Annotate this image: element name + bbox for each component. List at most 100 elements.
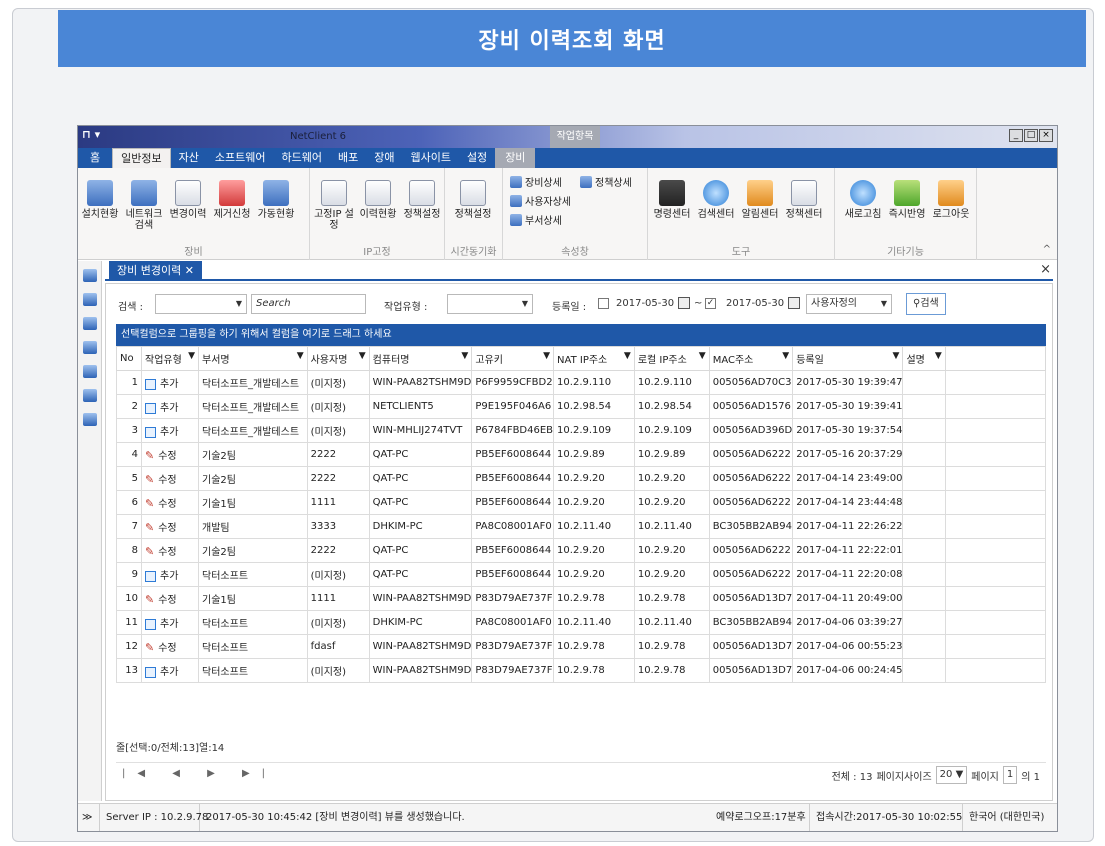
install-status-button[interactable]: 설치현황 [80, 180, 120, 220]
table-row[interactable]: 3 추가 닥터소프트_개발테스트 (미지정) WIN-MHLIJ274TVT P6784F… [115, 418, 1047, 443]
close-tab-icon[interactable]: × [1040, 262, 1051, 277]
close-window-button[interactable]: × [1039, 129, 1053, 142]
maximize-button[interactable]: □ [1024, 129, 1038, 142]
filter-icon[interactable]: ▼ [461, 351, 468, 361]
policy-center-button[interactable]: 정책센터 [784, 180, 824, 220]
column-header[interactable]: 사용자명 ▼ [306, 346, 370, 371]
column-header[interactable]: No [115, 346, 143, 371]
tab-equipment-change-history[interactable]: 장비 변경이력 ✕ [109, 261, 202, 281]
ip-policy-button[interactable]: 정책설정 [402, 180, 442, 220]
column-header[interactable]: 부서명 ▼ [198, 346, 308, 371]
column-header[interactable]: 컴퓨터명 ▼ [368, 346, 473, 371]
globe-icon[interactable] [82, 413, 97, 426]
download-icon[interactable] [82, 389, 97, 402]
change-history-button[interactable]: 변경이력 [168, 180, 208, 220]
user-detail-button[interactable]: 사용자상세 [510, 193, 571, 208]
org-chart-icon[interactable] [82, 293, 97, 306]
tab-settings[interactable]: 설정 [459, 148, 495, 168]
tab-home[interactable]: 홈 [78, 148, 112, 168]
folder-icon[interactable] [82, 317, 97, 330]
date-to-value[interactable]: 2017-05-30 [726, 298, 784, 309]
minimize-button[interactable]: _ [1009, 129, 1023, 142]
layers-icon[interactable] [82, 365, 97, 378]
table-row[interactable]: 2 추가 닥터소프트_개발테스트 (미지정) NETCLIENT5 P9E195F046A… [115, 394, 1047, 419]
table-cell: 추가 [141, 658, 200, 683]
filter-icon[interactable]: ▼ [935, 351, 942, 361]
building-icon[interactable] [82, 269, 97, 282]
filter-icon[interactable]: ▼ [699, 351, 706, 361]
search-input[interactable]: Search [251, 294, 366, 314]
monitor-icon[interactable] [82, 341, 97, 354]
policy-detail-button[interactable]: 정책상세 [580, 174, 632, 189]
date-from-value[interactable]: 2017-05-30 [616, 298, 674, 309]
table-row[interactable]: 1 추가 닥터소프트_개발테스트 (미지정) WIN-PAA82TSHM9D P6F995… [115, 370, 1047, 395]
search-center-button[interactable]: 검색센터 [696, 180, 736, 220]
table-row[interactable]: 10 ✎ 수정 기술1팀 1111 WIN-PAA82TSHM9D P83D79AE737F… [115, 586, 1047, 611]
logout-button[interactable]: 로그아웃 [931, 180, 971, 220]
collapse-ribbon-icon[interactable]: ^ [1043, 244, 1051, 255]
page-navigation[interactable]: |◀ ◀ ▶ ▶| [122, 768, 277, 779]
command-center-button[interactable]: 명령센터 [652, 180, 692, 220]
table-row[interactable]: 4 ✎ 수정 기술2팀 2222 QAT-PC PB5EF6008644 10.2.9.89 1… [115, 442, 1047, 467]
table-row[interactable]: 5 ✎ 수정 기술2팀 2222 QAT-PC PB5EF6008644 10.2.9.20 1… [115, 466, 1047, 491]
table-cell: 닥터소프트 [198, 634, 308, 659]
apply-now-button[interactable]: 즉시반영 [887, 180, 927, 220]
uptime-status-button[interactable]: 가동현황 [256, 180, 296, 220]
tab-hardware[interactable]: 하드웨어 [273, 148, 329, 168]
time-policy-button[interactable]: 정책설정 [453, 180, 493, 220]
tab-equipment[interactable]: 장비 [495, 148, 536, 168]
tab-software[interactable]: 소프트웨어 [207, 148, 274, 168]
equipment-detail-button[interactable]: 장비상세 [510, 174, 562, 189]
table-row[interactable]: 12 ✎ 수정 닥터소프트 fdasf WIN-PAA82TSHM9D P83D79AE73… [115, 634, 1047, 659]
quick-access-toolbar[interactable]: ⊓ ▾ [82, 128, 100, 141]
filter-icon[interactable]: ▼ [359, 351, 366, 361]
table-row[interactable]: 6 ✎ 수정 기술1팀 1111 QAT-PC PB5EF6008644 10.2.9.20 1… [115, 490, 1047, 515]
column-header[interactable]: 로컬 IP주소 ▼ [633, 346, 710, 371]
filter-icon[interactable]: ▼ [543, 351, 550, 361]
column-header[interactable]: 등록일 ▼ [792, 346, 904, 371]
tab-website[interactable]: 웹사이트 [402, 148, 458, 168]
column-header[interactable]: 작업유형 ▼ [141, 346, 200, 371]
tab-failure[interactable]: 장애 [366, 148, 402, 168]
department-detail-button[interactable]: 부서상세 [510, 212, 562, 227]
network-search-button[interactable]: 네트워크 검색 [124, 180, 164, 231]
filter-icon[interactable]: ▼ [624, 351, 631, 361]
group-by-drop-area[interactable]: 선택컬럼으로 그룹핑을 하기 위해서 컬럼을 여기로 드래그 하세요 [116, 324, 1046, 346]
table-row[interactable]: 7 ✎ 수정 개발팀 3333 DHKIM-PC PA8C08001AF0 10.2.11.4… [115, 514, 1047, 539]
ip-history-button[interactable]: 이력현황 [358, 180, 398, 220]
date-to-checkbox[interactable]: ✓ [705, 298, 716, 309]
fixed-ip-settings-button[interactable]: 고정IP 설정 [314, 180, 354, 231]
date-from-checkbox[interactable] [598, 298, 609, 309]
table-row[interactable]: 9 추가 닥터소프트 (미지정) QAT-PC PB5EF6008644 10.2.9.20… [115, 562, 1047, 587]
expand-icon[interactable]: ≫ [78, 804, 100, 831]
tab-deploy[interactable]: 배포 [330, 148, 366, 168]
removal-request-button[interactable]: 제거신청 [212, 180, 252, 220]
filter-icon[interactable]: ▼ [188, 351, 195, 361]
table-row[interactable]: 13 추가 닥터소프트 (미지정) WIN-PAA82TSHM9D P83D79AE737… [115, 658, 1047, 683]
refresh-button[interactable]: 새로고침 [843, 180, 883, 220]
page-input[interactable]: 1 [1002, 766, 1018, 784]
filter-icon[interactable]: ▼ [297, 351, 304, 361]
table-cell: 9 [115, 562, 143, 587]
search-field-select[interactable]: ▼ [155, 294, 247, 314]
calendar-icon[interactable] [678, 297, 690, 309]
cell-value: PB5EF6008644 [475, 545, 552, 556]
column-header[interactable]: 설명 ▼ [902, 346, 946, 371]
column-header[interactable]: NAT IP주소 ▼ [553, 346, 635, 371]
search-button[interactable]: ⚲검색 [906, 293, 946, 315]
column-header-label: 로컬 IP주소 [637, 355, 687, 366]
alert-center-button[interactable]: 알림센터 [740, 180, 780, 220]
page-size-select[interactable]: 20 ▼ [935, 766, 968, 784]
tab-general-info[interactable]: 일반정보 [112, 148, 171, 168]
filter-icon[interactable]: ▼ [782, 351, 789, 361]
date-range-select[interactable]: 사용자정의 ▼ [806, 294, 892, 314]
cell-value: 7 [131, 521, 139, 532]
table-row[interactable]: 11 추가 닥터소프트 (미지정) DHKIM-PC PA8C08001AF0 10.2.1… [115, 610, 1047, 635]
tab-assets[interactable]: 자산 [171, 148, 207, 168]
worktype-select[interactable]: ▼ [447, 294, 533, 314]
column-header[interactable]: 고유키 ▼ [471, 346, 555, 371]
filter-icon[interactable]: ▼ [893, 351, 900, 361]
table-row[interactable]: 8 ✎ 수정 기술2팀 2222 QAT-PC PB5EF6008644 10.2.9.20 1… [115, 538, 1047, 563]
calendar-icon[interactable] [788, 297, 800, 309]
column-header[interactable]: MAC주소 ▼ [708, 346, 794, 371]
